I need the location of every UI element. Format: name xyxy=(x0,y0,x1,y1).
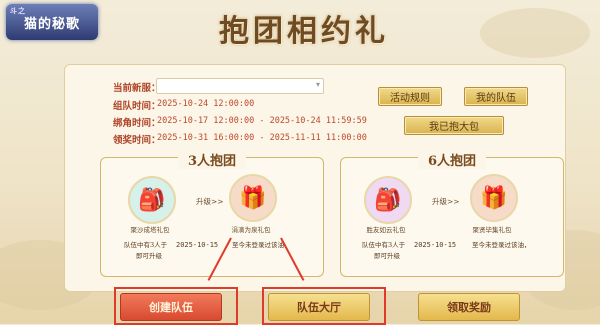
server-select[interactable]: ▾ xyxy=(156,78,324,94)
background-cloud xyxy=(480,8,590,58)
pack-name: 胜友如云礼包 xyxy=(366,226,406,234)
upgrade-label: 升级>> xyxy=(432,197,460,206)
go-bind-button[interactable]: 我已抱大包 xyxy=(404,116,504,135)
gift-bag-icon: 🎁 xyxy=(229,174,277,222)
team-time-label: 组队时间： xyxy=(113,101,161,112)
annotation-highlight xyxy=(262,287,386,325)
bind-time-label: 绑角时间： xyxy=(113,118,161,129)
gift-bag-icon: 🎒 xyxy=(364,176,412,224)
group-note: 队伍中有3人于 xyxy=(124,241,168,249)
bind-time-value: 2025-10-17 12:00:00 - 2025-10-24 11:59:5… xyxy=(157,116,367,126)
gift-bag-icon: 🎁 xyxy=(470,174,518,222)
my-team-button[interactable]: 我的队伍 xyxy=(464,87,528,106)
pack-name: 涓滴为泉礼包 xyxy=(231,226,271,234)
game-logo: 斗之 猫的秘歌 xyxy=(6,4,98,40)
logo-top-text: 斗之 xyxy=(10,6,26,15)
group-date: 2025-10-15 xyxy=(414,241,457,249)
group-3-title: 3人抱团 xyxy=(101,150,323,169)
claim-time-value: 2025-10-31 16:00:00 - 2025-11-11 11:00:0… xyxy=(157,133,367,143)
team-time-value: 2025-10-24 12:00:00 xyxy=(157,99,255,109)
group-date: 2025-10-15 xyxy=(176,241,219,249)
rules-button[interactable]: 活动规则 xyxy=(378,87,442,106)
claim-time-label: 领奖时间： xyxy=(113,135,161,146)
group-note: 队伍中有3人于 xyxy=(362,241,406,249)
pack-name: 聚沙成塔礼包 xyxy=(130,226,170,234)
logo-main-text: 猫的秘歌 xyxy=(23,16,80,32)
claim-reward-button[interactable]: 领取奖励 xyxy=(418,293,520,321)
upgrade-label: 升级>> xyxy=(196,197,224,206)
group-6-title: 6人抱团 xyxy=(341,150,563,169)
group-note-upgrade: 即可升级 xyxy=(374,252,400,260)
gift-bag-icon: 🎒 xyxy=(128,176,176,224)
page-title: 抱团相约礼 xyxy=(219,14,389,49)
chevron-down-icon: ▾ xyxy=(315,80,320,89)
annotation-highlight xyxy=(114,287,238,325)
pack-name: 聚贤毕集礼包 xyxy=(472,226,512,234)
group-note-upgrade: 即可升级 xyxy=(136,252,162,260)
group-note-2: 至今未登录过该油， xyxy=(472,241,531,249)
server-label: 当前新服： xyxy=(113,83,161,94)
